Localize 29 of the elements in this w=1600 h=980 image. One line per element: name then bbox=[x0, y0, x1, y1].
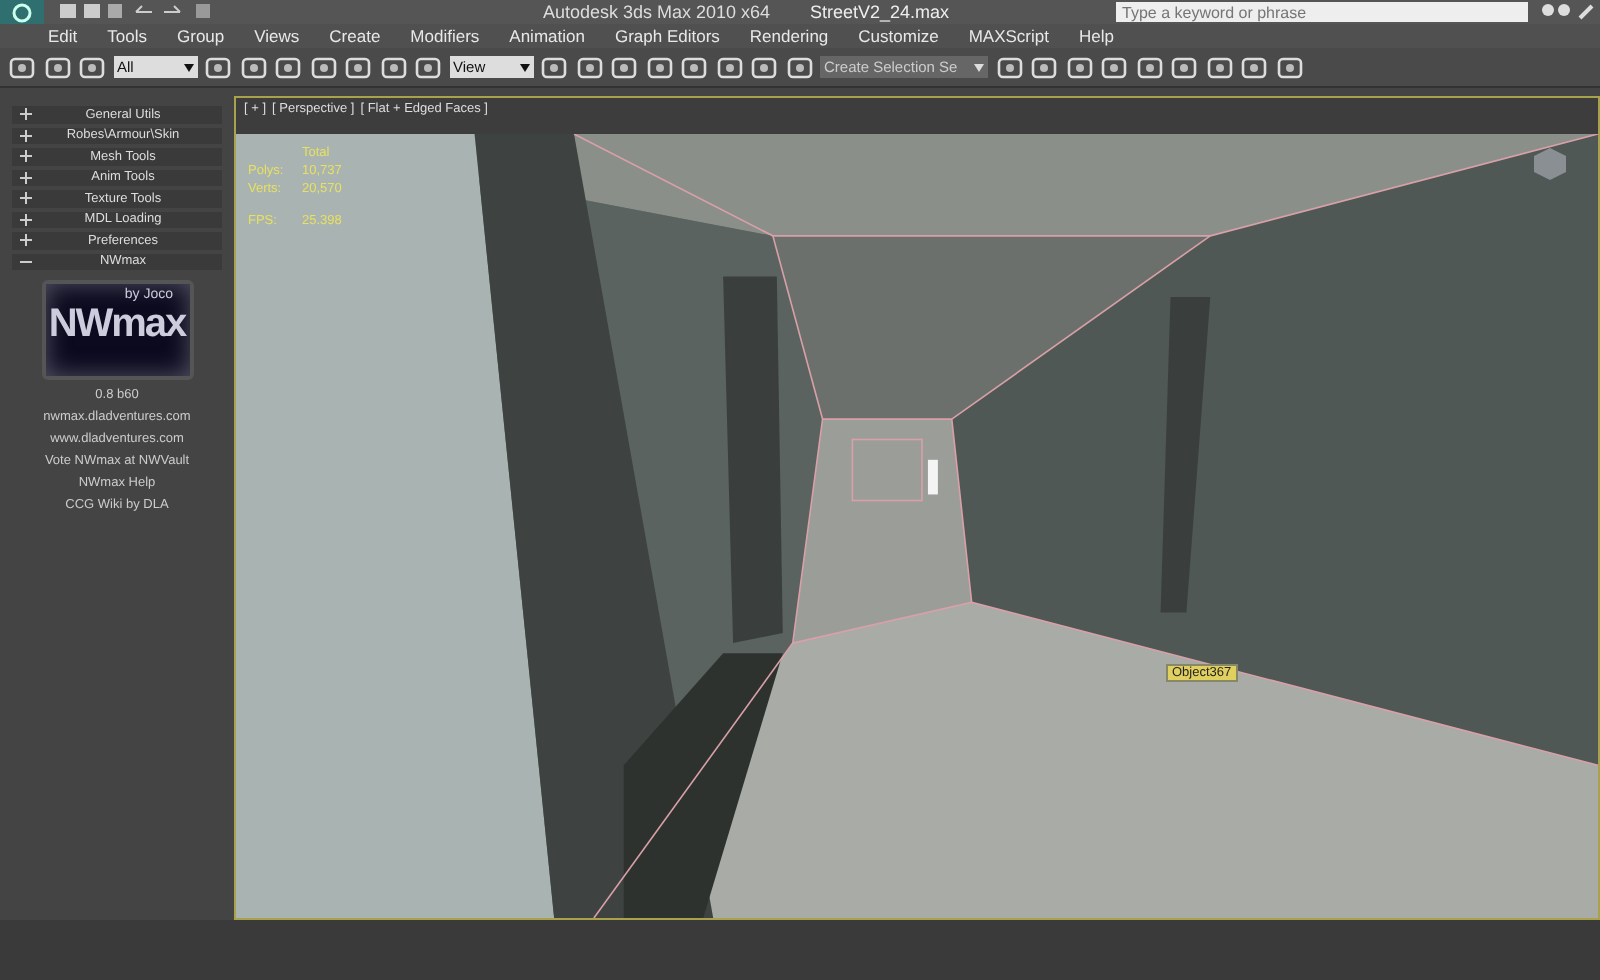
menu-item[interactable]: Tools bbox=[107, 26, 147, 46]
menu-item[interactable]: Help bbox=[1078, 26, 1114, 46]
menu-item[interactable]: Rendering bbox=[749, 26, 829, 46]
plus-icon bbox=[20, 129, 32, 142]
menu-item[interactable]: Modifiers bbox=[410, 26, 480, 46]
caret-icon bbox=[974, 63, 984, 71]
menu-item[interactable]: Edit bbox=[48, 26, 78, 46]
plus-icon bbox=[20, 192, 32, 205]
menu-item[interactable]: Animation bbox=[509, 26, 585, 46]
app-logo-icon[interactable] bbox=[0, 0, 44, 24]
menu-item[interactable]: MAXScript bbox=[968, 26, 1049, 46]
window-title: Autodesk 3ds Max 2010 x64 bbox=[542, 2, 771, 22]
plus-icon bbox=[20, 108, 32, 121]
menu-item[interactable]: Group bbox=[177, 26, 225, 46]
minus-icon bbox=[20, 255, 32, 268]
plus-icon bbox=[20, 171, 32, 184]
quick-access-icons[interactable] bbox=[56, 1, 216, 23]
viewcube-icon[interactable] bbox=[1532, 146, 1568, 182]
menu-item[interactable]: Views bbox=[254, 26, 300, 46]
menu-item[interactable]: Graph Editors bbox=[614, 26, 720, 46]
plus-icon bbox=[20, 234, 32, 247]
search-field[interactable]: Type a keyword or phrase bbox=[1116, 2, 1528, 22]
caret-icon bbox=[183, 63, 193, 71]
caret-icon bbox=[519, 63, 529, 71]
menu-item[interactable]: Create bbox=[329, 26, 381, 46]
menu-item[interactable]: Customize bbox=[858, 26, 939, 46]
file-name: StreetV2_24.max bbox=[810, 2, 950, 22]
plus-icon bbox=[20, 213, 32, 226]
plus-icon bbox=[20, 150, 32, 163]
